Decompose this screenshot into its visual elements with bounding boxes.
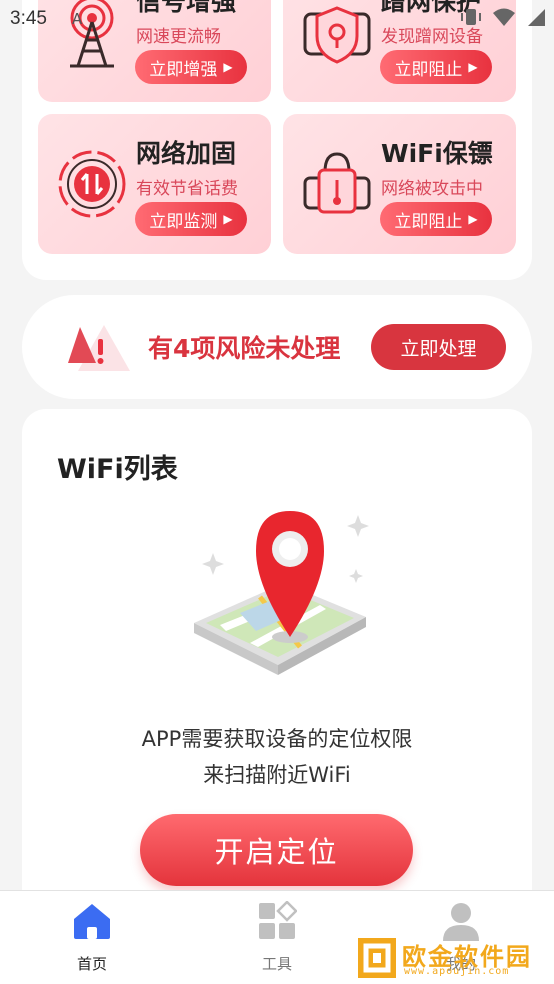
feature-panel: 信号增强 网速更流畅 立即增强 ▶ 蹭网保护 发现蹭网设备 立即阻止 ▶ 网络加… — [22, 0, 532, 280]
play-arrow-icon: ▶ — [468, 212, 478, 226]
button-label: 立即阻止 — [394, 211, 463, 232]
tile-title: 蹭网保护 — [381, 0, 482, 16]
risk-bar: 有4项风险未处理 立即处理 — [22, 295, 532, 399]
tile-title: WiFi保镖 — [381, 139, 493, 168]
wifi-list-card: WiFi列表 APP需要获取设备的定位权限 来扫描附近WiFi 开启定位 — [22, 409, 532, 929]
button-label: 立即增强 — [149, 59, 218, 80]
home-icon — [74, 904, 110, 939]
warning-icon — [68, 325, 130, 371]
tile-subtitle: 网络被攻击中 — [381, 179, 483, 199]
wifi-list-title: WiFi列表 — [57, 454, 178, 485]
nav-label-tools: 工具 — [261, 955, 292, 973]
play-arrow-icon: ▶ — [468, 60, 478, 74]
tile-subtitle: 网速更流畅 — [136, 27, 221, 47]
tools-grid-icon — [259, 900, 298, 939]
feature-tile-network-reinforce[interactable]: 网络加固 有效节省话费 立即监测 ▶ — [38, 114, 271, 254]
nav-item-tools[interactable]: 工具 — [237, 900, 317, 974]
tile-title: 网络加固 — [136, 139, 237, 168]
tile-title: 信号增强 — [136, 0, 237, 16]
signal-tower-icon — [70, 0, 114, 68]
play-arrow-icon: ▶ — [223, 60, 233, 74]
padlock-thermometer-icon — [303, 152, 371, 214]
map-pin-icon — [194, 511, 369, 675]
block-now-button[interactable]: 立即阻止 ▶ — [380, 50, 492, 84]
tile-subtitle: 有效节省话费 — [136, 179, 238, 199]
permission-line-2: 来扫描附近WiFi — [203, 763, 351, 787]
block-now-button[interactable]: 立即阻止 ▶ — [380, 202, 492, 236]
button-label: 立即阻止 — [394, 59, 463, 80]
monitor-now-button[interactable]: 立即监测 ▶ — [135, 202, 247, 236]
button-label: 立即监测 — [149, 211, 218, 232]
play-arrow-icon: ▶ — [223, 212, 233, 226]
feature-tile-wifi-guard[interactable]: WiFi保镖 网络被攻击中 立即阻止 ▶ — [283, 114, 516, 254]
permission-line-1: APP需要获取设备的定位权限 — [141, 727, 413, 751]
feature-tile-signal-boost[interactable]: 信号增强 网速更流畅 立即增强 ▶ — [38, 0, 271, 102]
site-watermark: 欧金软件园 www.apoujin.com — [356, 934, 548, 982]
feature-tile-anti-leech[interactable]: 蹭网保护 发现蹭网设备 立即阻止 ▶ — [283, 0, 516, 102]
tile-subtitle: 发现蹭网设备 — [381, 27, 483, 47]
watermark-url: www.apoujin.com — [404, 966, 510, 977]
shield-lock-icon — [303, 6, 371, 64]
handle-now-button[interactable]: 立即处理 — [371, 324, 506, 370]
network-reinforce-icon — [58, 150, 126, 218]
permission-message: APP需要获取设备的定位权限 来扫描附近WiFi — [22, 721, 532, 793]
risk-text: 有4项风险未处理 — [148, 334, 341, 363]
boost-now-button[interactable]: 立即增强 ▶ — [135, 50, 247, 84]
nav-label-home: 首页 — [76, 955, 107, 973]
enable-location-button[interactable]: 开启定位 — [140, 814, 413, 886]
watermark-logo — [358, 938, 396, 978]
nav-item-home[interactable]: 首页 — [52, 901, 132, 974]
